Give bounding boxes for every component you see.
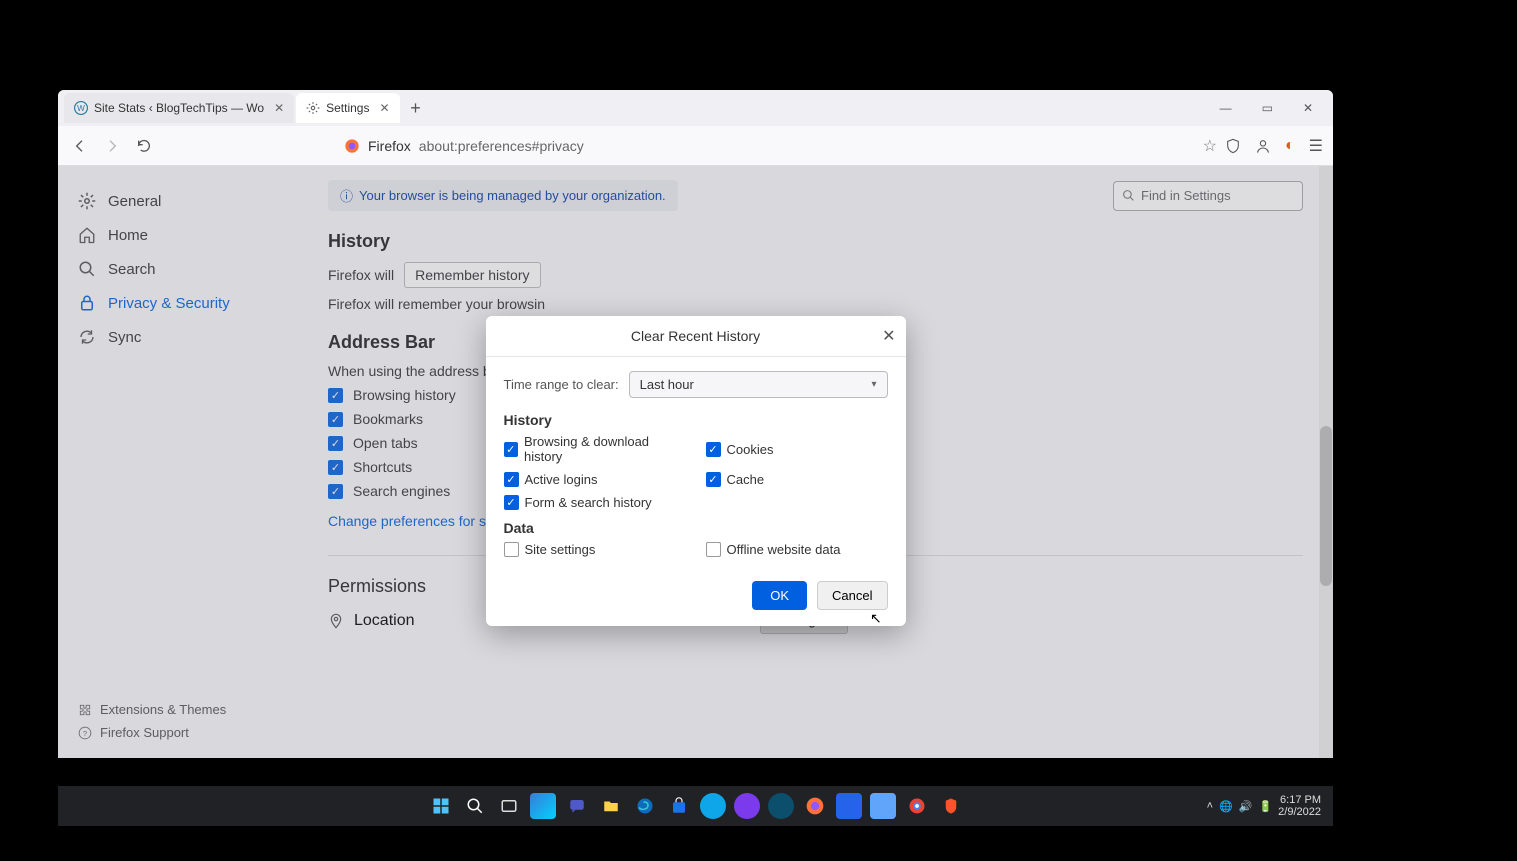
taskbar-clock[interactable]: 6:17 PM 2/9/2022 (1278, 794, 1321, 818)
new-tab-button[interactable]: + (402, 94, 430, 122)
tray-battery-icon[interactable]: 🔋 (1258, 800, 1272, 813)
close-icon[interactable]: ✕ (379, 101, 389, 115)
tab-settings[interactable]: Settings ✕ (296, 93, 399, 123)
tab-label: Settings (326, 101, 369, 115)
taskbar-chrome-icon[interactable] (904, 793, 930, 819)
dialog-data-section: Data (504, 520, 888, 536)
cancel-button[interactable]: Cancel (817, 581, 887, 610)
checkbox-offline-data[interactable]: Offline website data (706, 542, 888, 557)
tray-volume-icon[interactable]: 🔊 (1239, 800, 1253, 813)
dialog-history-section: History (504, 412, 888, 428)
taskbar-edge-icon[interactable] (632, 793, 658, 819)
taskbar-app-icon[interactable] (700, 793, 726, 819)
time-range-label: Time range to clear: (504, 377, 619, 392)
time-range-dropdown[interactable]: Last hour ▾ (629, 371, 888, 398)
svg-text:W: W (77, 104, 85, 113)
taskbar-taskview-icon[interactable] (496, 793, 522, 819)
taskbar-widgets-icon[interactable] (530, 793, 556, 819)
taskbar-app-icon[interactable] (836, 793, 862, 819)
checkbox-active-logins[interactable]: ✓Active logins (504, 472, 686, 487)
url-brand: Firefox (368, 138, 411, 154)
maximize-button[interactable]: ▭ (1256, 97, 1279, 119)
taskbar-store-icon[interactable] (666, 793, 692, 819)
wordpress-icon: W (74, 101, 88, 115)
gear-icon (306, 101, 320, 115)
address-bar[interactable]: Firefox about:preferences#privacy (164, 138, 1195, 154)
checkbox-cache[interactable]: ✓Cache (706, 472, 888, 487)
url-path: about:preferences#privacy (419, 138, 584, 154)
shield-icon[interactable] (1225, 138, 1241, 154)
menu-button[interactable]: ☰ (1309, 136, 1323, 156)
taskbar-chat-icon[interactable] (564, 793, 590, 819)
close-window-button[interactable]: ✕ (1297, 97, 1319, 119)
taskbar-alexa-icon[interactable] (768, 793, 794, 819)
forward-button[interactable] (100, 134, 124, 158)
modal-overlay: Clear Recent History ✕ Time range to cle… (58, 166, 1333, 758)
taskbar-app-icon[interactable] (870, 793, 896, 819)
checkbox-cookies[interactable]: ✓Cookies (706, 434, 888, 464)
back-button[interactable] (68, 134, 92, 158)
tray-chevron-icon[interactable]: ˄ (1207, 800, 1213, 812)
ok-button[interactable]: OK (752, 581, 807, 610)
minimize-button[interactable]: — (1214, 97, 1238, 119)
taskbar-explorer-icon[interactable] (598, 793, 624, 819)
extension-icon[interactable]: ◐ (1285, 137, 1295, 155)
chevron-down-icon: ▾ (871, 379, 876, 390)
checkbox-form-search[interactable]: ✓Form & search history (504, 495, 686, 510)
bookmark-icon[interactable]: ☆ (1203, 136, 1217, 156)
account-icon[interactable] (1255, 138, 1271, 154)
tray-network-icon[interactable]: 🌐 (1219, 800, 1233, 813)
tab-site-stats[interactable]: W Site Stats ‹ BlogTechTips — Wo ✕ (64, 93, 294, 123)
firefox-icon (344, 138, 360, 154)
start-button[interactable] (428, 793, 454, 819)
tab-label: Site Stats ‹ BlogTechTips — Wo (94, 101, 264, 115)
dialog-close-button[interactable]: ✕ (882, 326, 895, 346)
windows-taskbar: ˄ 🌐 🔊 🔋 6:17 PM 2/9/2022 (58, 786, 1333, 826)
dialog-title: Clear Recent History (631, 328, 760, 344)
taskbar-search-icon[interactable] (462, 793, 488, 819)
close-icon[interactable]: ✕ (274, 101, 284, 115)
taskbar-brave-icon[interactable] (938, 793, 964, 819)
checkbox-browsing-download[interactable]: ✓Browsing & download history (504, 434, 686, 464)
taskbar-firefox-icon[interactable] (802, 793, 828, 819)
clear-history-dialog: Clear Recent History ✕ Time range to cle… (486, 316, 906, 626)
checkbox-site-settings[interactable]: Site settings (504, 542, 686, 557)
taskbar-app-icon[interactable] (734, 793, 760, 819)
reload-button[interactable] (132, 134, 156, 158)
